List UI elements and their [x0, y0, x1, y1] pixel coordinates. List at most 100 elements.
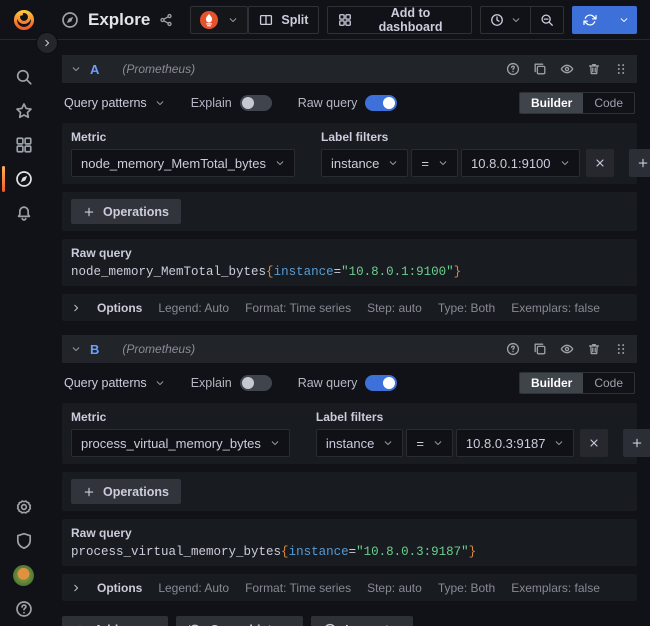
sidebar-item-profile[interactable]	[0, 558, 47, 592]
sidebar-item-server-admin[interactable]	[0, 524, 47, 558]
add-to-dashboard-button[interactable]: Add to dashboard	[327, 6, 471, 34]
refresh-interval-dropdown[interactable]	[608, 6, 637, 34]
code-close-brace: }	[454, 265, 462, 279]
clock-icon	[490, 13, 504, 27]
sidebar-item-starred[interactable]	[0, 94, 47, 128]
metric-select[interactable]: process_virtual_memory_bytes	[71, 429, 290, 457]
chevron-down-icon	[155, 378, 165, 388]
drag-handle-icon[interactable]	[614, 62, 628, 76]
options-collapse-b[interactable]: Options Legend: Auto Format: Time series…	[62, 574, 637, 601]
options-type: Type: Both	[438, 301, 495, 315]
builder-mode-button[interactable]: Builder	[520, 373, 583, 393]
sidebar-item-search[interactable]	[0, 60, 47, 94]
query-patterns-dropdown[interactable]: Query patterns	[64, 96, 165, 110]
label-operator-value: =	[416, 436, 424, 451]
label-filters-label: Label filters	[321, 130, 650, 144]
add-operation-button[interactable]: Operations	[71, 199, 181, 224]
options-format: Format: Time series	[245, 301, 351, 315]
chevron-down-icon	[155, 98, 165, 108]
inspector-button[interactable]: Inspector	[311, 616, 413, 626]
expand-sidebar-button[interactable]	[36, 32, 58, 54]
datasource-picker[interactable]	[190, 6, 248, 34]
refresh-split-button	[572, 6, 637, 34]
code-mode-button[interactable]: Code	[583, 373, 634, 393]
metric-field-label: Metric	[71, 410, 290, 424]
explore-footer: Add query Query history Inspector	[62, 616, 637, 626]
query-patterns-dropdown[interactable]: Query patterns	[64, 376, 165, 390]
zoom-out-time-button[interactable]	[531, 7, 563, 33]
raw-query-code: node_memory_MemTotal_bytes{instance="10.…	[71, 265, 628, 279]
label-operator-select[interactable]: =	[411, 149, 458, 177]
query-toolbar-b: Query patterns Explain Raw query Builder…	[64, 371, 635, 395]
time-range-picker[interactable]	[481, 7, 530, 33]
label-key-select[interactable]: instance	[316, 429, 403, 457]
chevron-down-icon	[619, 15, 629, 25]
remove-query-trash-icon[interactable]	[587, 62, 601, 76]
query-datasource-hint: (Prometheus)	[122, 342, 195, 356]
add-filter-button[interactable]	[623, 429, 650, 457]
query-header-b[interactable]: B (Prometheus)	[62, 335, 637, 363]
editor-mode-switch: Builder Code	[519, 372, 635, 394]
raw-query-toggle-label: Raw query	[298, 96, 358, 110]
query-help-icon[interactable]	[506, 62, 520, 76]
split-button[interactable]: Split	[248, 6, 319, 34]
duplicate-query-icon[interactable]	[533, 62, 547, 76]
code-string-value: "10.8.0.1:9100"	[341, 265, 454, 279]
raw-query-code: process_virtual_memory_bytes{instance="1…	[71, 545, 628, 559]
label-key-select[interactable]: instance	[321, 149, 408, 177]
sidebar-item-explore[interactable]	[0, 162, 47, 196]
sidebar-item-help[interactable]	[0, 592, 47, 626]
grafana-logo[interactable]	[0, 8, 47, 32]
label-key-value: instance	[331, 156, 379, 171]
builder-mode-button[interactable]: Builder	[520, 93, 583, 113]
options-collapse-a[interactable]: Options Legend: Auto Format: Time series…	[62, 294, 637, 321]
raw-query-toggle[interactable]	[365, 375, 397, 391]
run-query-button[interactable]	[572, 6, 608, 34]
operations-label: Operations	[103, 485, 169, 499]
add-query-button[interactable]: Add query	[62, 616, 168, 626]
raw-query-toggle[interactable]	[365, 95, 397, 111]
close-icon	[594, 157, 606, 169]
query-editor-row-b: B (Prometheus) Query patterns Explain Ra…	[62, 335, 637, 601]
top-bar: Explore Split Add to dashboard	[0, 0, 650, 40]
sidebar-item-dashboards[interactable]	[0, 128, 47, 162]
label-value-select[interactable]: 10.8.0.1:9100	[461, 149, 580, 177]
chevron-down-icon	[388, 158, 398, 168]
chevron-down-icon	[560, 158, 570, 168]
explain-toggle[interactable]	[240, 375, 272, 391]
query-ref-id: A	[90, 62, 99, 77]
drag-handle-icon[interactable]	[614, 342, 628, 356]
metric-select[interactable]: node_memory_MemTotal_bytes	[71, 149, 295, 177]
add-operation-button[interactable]: Operations	[71, 479, 181, 504]
collapse-query-icon[interactable]	[71, 344, 81, 354]
disable-query-eye-icon[interactable]	[560, 342, 574, 356]
add-filter-button[interactable]	[629, 149, 650, 177]
code-label-name: instance	[274, 265, 334, 279]
remove-filter-button[interactable]	[586, 149, 614, 177]
remove-filter-button[interactable]	[580, 429, 608, 457]
metric-value: node_memory_MemTotal_bytes	[81, 156, 266, 171]
user-avatar	[13, 565, 34, 586]
explain-label: Explain	[191, 96, 232, 110]
query-history-button[interactable]: Query history	[176, 616, 303, 626]
code-mode-button[interactable]: Code	[583, 93, 634, 113]
label-value-select[interactable]: 10.8.0.3:9187	[456, 429, 575, 457]
remove-query-trash-icon[interactable]	[587, 342, 601, 356]
editor-mode-switch: Builder Code	[519, 92, 635, 114]
compass-icon	[15, 170, 33, 188]
explore-content: A (Prometheus) Query patterns Explain Ra…	[47, 40, 650, 626]
query-header-a[interactable]: A (Prometheus)	[62, 55, 637, 83]
sidebar-item-settings[interactable]	[0, 490, 47, 524]
plus-icon	[637, 157, 649, 169]
share-icon[interactable]	[159, 13, 173, 27]
label-operator-select[interactable]: =	[406, 429, 453, 457]
explain-toggle[interactable]	[240, 95, 272, 111]
code-label-name: instance	[289, 545, 349, 559]
code-string-value: "10.8.0.3:9187"	[356, 545, 469, 559]
query-help-icon[interactable]	[506, 342, 520, 356]
duplicate-query-icon[interactable]	[533, 342, 547, 356]
collapse-query-icon[interactable]	[71, 64, 81, 74]
sidebar-item-alerting[interactable]	[0, 196, 47, 230]
disable-query-eye-icon[interactable]	[560, 62, 574, 76]
grafana-flame-icon	[12, 8, 36, 32]
